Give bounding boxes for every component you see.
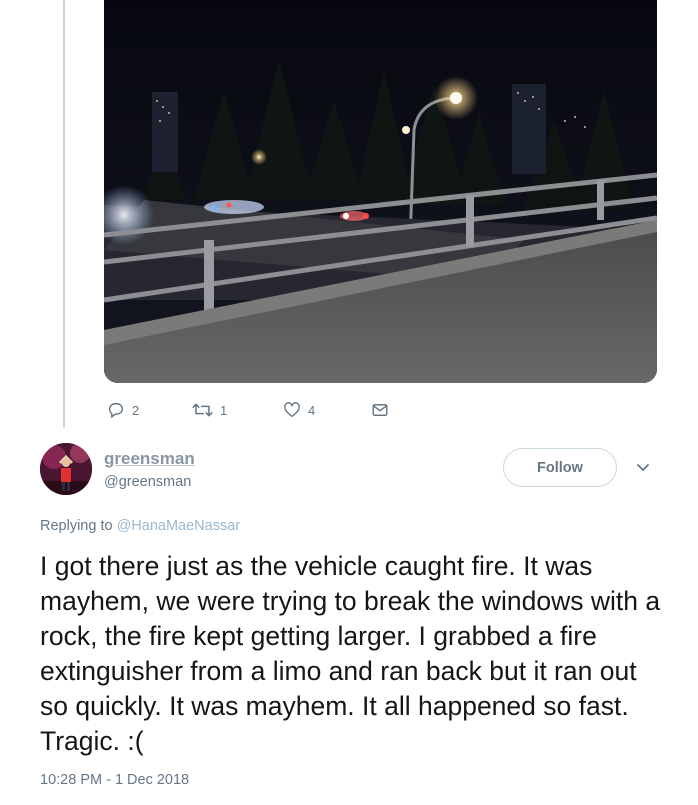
envelope-icon <box>372 404 388 416</box>
replying-to-line: Replying to @HanaMaeNassar <box>40 518 240 534</box>
username-handle[interactable]: @greensman <box>104 474 191 490</box>
reply-icon <box>108 402 124 419</box>
thread-connector-line <box>63 0 65 428</box>
tweet-text: I got there just as the vehicle caught f… <box>40 551 661 756</box>
heart-icon <box>284 402 300 418</box>
chevron-down-icon <box>637 464 649 471</box>
like-count: 4 <box>308 402 316 418</box>
display-name[interactable]: greensman <box>104 449 195 469</box>
retweet-icon <box>192 403 213 417</box>
replying-to-link[interactable]: @HanaMaeNassar <box>117 518 241 534</box>
tweet-photo[interactable] <box>104 0 657 383</box>
retweet-count: 1 <box>220 402 228 418</box>
more-options-button[interactable] <box>636 460 650 478</box>
avatar[interactable] <box>40 443 92 495</box>
direct-message-action[interactable] <box>371 401 389 419</box>
follow-button[interactable]: Follow <box>503 448 617 487</box>
reply-count: 2 <box>132 402 140 418</box>
replying-prefix: Replying to <box>40 518 113 534</box>
tweet-timestamp[interactable]: 10:28 PM - 1 Dec 2018 <box>40 772 189 788</box>
tweet-action-bar: 2 1 4 <box>0 401 698 421</box>
night-highway-photo <box>104 0 657 383</box>
avatar-image <box>40 443 92 495</box>
like-action[interactable]: 4 <box>283 401 315 419</box>
reply-action[interactable]: 2 <box>107 401 139 419</box>
retweet-action[interactable]: 1 <box>192 401 227 419</box>
